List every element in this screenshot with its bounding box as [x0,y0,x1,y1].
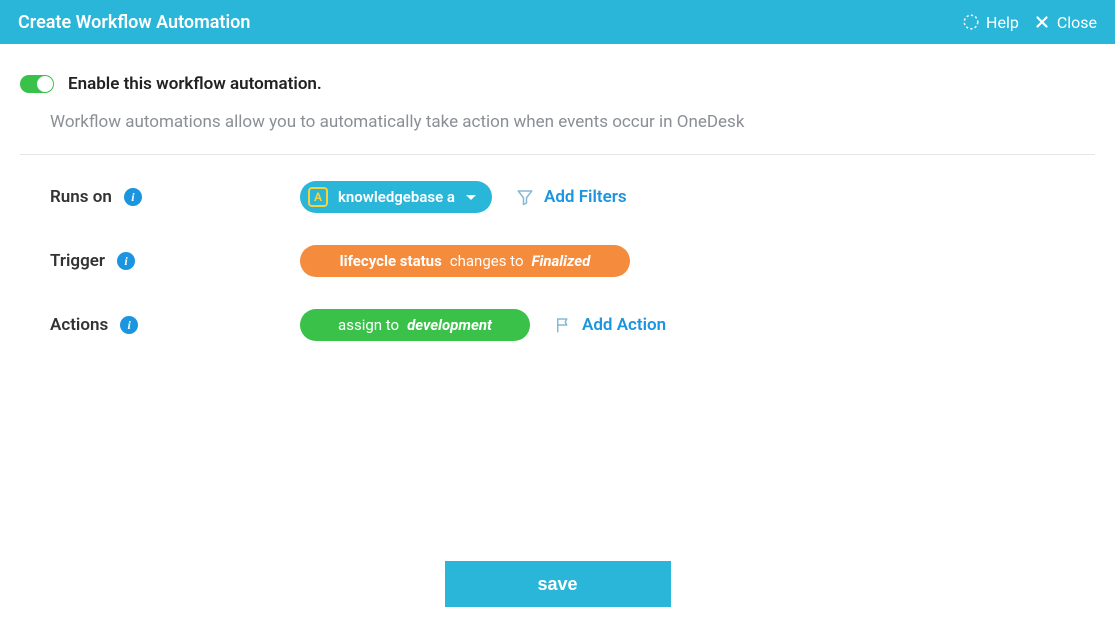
runs-on-value: knowledgebase a [338,188,456,206]
action-target: development [407,316,492,334]
trigger-chip[interactable]: lifecycle status changes to Finalized [300,245,630,277]
action-chip[interactable]: assign to development [300,309,530,341]
runs-on-select[interactable]: A knowledgebase a [300,181,492,213]
add-filters-button[interactable]: Add Filters [516,187,627,207]
info-icon[interactable]: i [117,252,135,270]
flag-icon [554,316,572,334]
actions-row: Actions i assign to development Add Acti… [20,307,1095,343]
help-button[interactable]: Help [962,13,1019,32]
dialog-title: Create Workflow Automation [18,12,250,33]
filter-icon [516,188,534,206]
header-actions: Help Close [962,13,1097,32]
trigger-operator: changes to [450,252,524,270]
actions-controls: assign to development Add Action [300,309,666,341]
description-text: Workflow automations allow you to automa… [20,112,1095,154]
enable-label: Enable this workflow automation. [68,74,322,94]
info-icon[interactable]: i [120,316,138,334]
add-action-label: Add Action [582,315,666,335]
trigger-value: Finalized [532,252,591,270]
trigger-label: Trigger [50,251,105,271]
runs-on-label-wrap: Runs on i [50,187,300,207]
action-verb: assign to [338,316,399,334]
divider [20,154,1095,155]
close-button[interactable]: Close [1033,13,1097,32]
runs-on-row: Runs on i A knowledgebase a Add Filters [20,179,1095,215]
add-action-button[interactable]: Add Action [554,315,666,335]
close-icon [1033,13,1051,31]
help-icon [962,13,980,31]
knowledgebase-icon: A [308,187,328,207]
trigger-label-wrap: Trigger i [50,251,300,271]
chevron-down-icon [466,195,476,200]
enable-row: Enable this workflow automation. [20,74,1095,94]
add-filters-label: Add Filters [544,187,627,207]
runs-on-label: Runs on [50,187,112,207]
trigger-field: lifecycle status [340,252,442,270]
dialog-footer: save [0,561,1115,607]
close-label: Close [1057,13,1097,32]
save-button[interactable]: save [445,561,671,607]
trigger-controls: lifecycle status changes to Finalized [300,245,630,277]
actions-label-wrap: Actions i [50,315,300,335]
actions-label: Actions [50,315,108,335]
dialog-body: Enable this workflow automation. Workflo… [0,44,1115,343]
runs-on-controls: A knowledgebase a Add Filters [300,181,627,213]
enable-toggle[interactable] [20,75,54,93]
toggle-knob [37,76,53,92]
trigger-row: Trigger i lifecycle status changes to Fi… [20,243,1095,279]
help-label: Help [986,13,1019,32]
info-icon[interactable]: i [124,188,142,206]
dialog-header: Create Workflow Automation Help Close [0,0,1115,44]
